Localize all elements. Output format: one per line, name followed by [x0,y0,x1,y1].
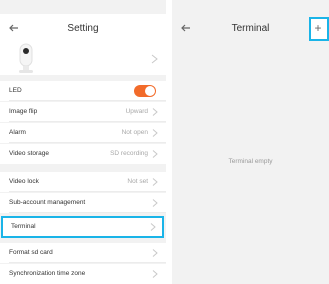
chevron-right-icon [152,129,158,137]
terminal-row[interactable]: Terminal [1,216,164,238]
terminal-label: Terminal [11,223,36,230]
divider [9,262,166,263]
camera-icon [19,43,33,73]
chevron-right-icon [151,54,158,64]
empty-state-text: Terminal empty [228,158,273,165]
divider [9,212,166,213]
sub-account-label: Sub-account management [9,199,86,206]
alarm-row[interactable]: Alarm Not open [0,123,166,143]
chevron-right-icon [152,108,158,116]
chevron-right-icon [152,150,158,158]
sub-account-row[interactable]: Sub-account management [0,193,166,213]
image-flip-label: Image flip [9,108,38,115]
format-sd-card-row[interactable]: Format sd card [0,243,166,263]
format-sd-card-label: Format sd card [9,249,53,256]
divider [9,121,166,122]
chevron-right-icon [152,178,158,186]
add-terminal-button[interactable]: + [309,18,327,38]
camera-device-row[interactable] [0,43,166,75]
settings-screen: Setting LED Image flip Upward Alarm Not … [0,0,166,284]
sync-time-zone-label: Synchronization time zone [9,270,86,277]
back-arrow-icon[interactable] [178,20,194,36]
divider [9,142,166,143]
video-lock-value: Not set [127,178,148,185]
image-flip-row[interactable]: Image flip Upward [0,102,166,122]
page-title: Setting [67,23,99,34]
led-label: LED [9,87,22,94]
status-bar [0,0,166,14]
alarm-label: Alarm [9,129,26,136]
settings-header: Setting [0,14,166,44]
image-flip-value: Upward [125,108,148,115]
led-toggle[interactable] [134,85,156,97]
video-lock-row[interactable]: Video lock Not set [0,172,166,192]
video-storage-value: SD recording [110,150,148,157]
chevron-right-icon [152,270,158,278]
divider [9,191,166,192]
sync-time-zone-row[interactable]: Synchronization time zone [0,264,166,284]
terminal-screen: Terminal + Terminal empty [172,0,329,284]
alarm-value: Not open [121,129,148,136]
led-row: LED [0,81,166,101]
terminal-header: Terminal + [172,14,329,44]
back-arrow-icon[interactable] [6,20,22,36]
chevron-right-icon [150,223,156,231]
chevron-right-icon [152,249,158,257]
chevron-right-icon [152,199,158,207]
video-storage-row[interactable]: Video storage SD recording [0,144,166,164]
divider [9,100,166,101]
page-title: Terminal [231,23,270,34]
video-lock-label: Video lock [9,178,39,185]
status-bar [172,0,329,14]
video-storage-label: Video storage [9,150,49,157]
toggle-knob [145,86,155,96]
